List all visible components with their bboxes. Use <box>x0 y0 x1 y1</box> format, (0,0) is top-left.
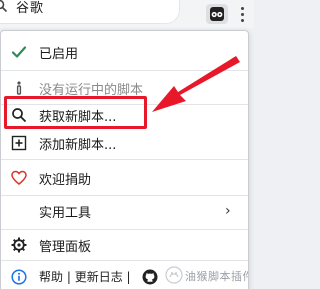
search-icon <box>0 0 8 13</box>
add-icon <box>11 135 27 151</box>
watermark-text: 油猴脚本插件 <box>185 270 249 283</box>
gear-icon <box>11 237 27 253</box>
footer-separator: | <box>63 270 75 284</box>
menu-divider <box>1 70 248 71</box>
menu-item-label: 已启用 <box>39 46 79 62</box>
menu-footer: 帮助 | 更新日志 | 油猴脚本插件 <box>1 263 248 289</box>
menu-divider <box>1 260 248 261</box>
footer-links: 帮助 | 更新日志 | <box>39 268 131 285</box>
menu-divider <box>1 159 248 160</box>
menu-item-add-new-script[interactable]: 添加新脚本... <box>1 130 248 156</box>
menu-item-enabled[interactable]: 已启用 <box>1 39 248 65</box>
menu-item-utilities[interactable]: 实用工具 › <box>1 198 248 224</box>
menu-item-label: 管理面板 <box>39 239 92 255</box>
info-circle-icon <box>11 269 27 285</box>
menu-item-label: 欢迎捐助 <box>39 172 92 188</box>
chevron-right-icon: › <box>225 203 231 219</box>
address-bar-text: 谷歌 <box>16 1 45 16</box>
footer-separator: | <box>122 270 131 284</box>
help-link[interactable]: 帮助 <box>39 270 63 284</box>
address-bar[interactable]: 谷歌 <box>0 0 180 24</box>
browser-toolbar: 谷歌 <box>0 0 254 28</box>
screen: 谷歌 已启用 没有运行中的脚本 获取新脚本... 添加新脚本... 欢迎捐助 实… <box>0 0 254 289</box>
menu-item-donate[interactable]: 欢迎捐助 <box>1 165 248 191</box>
watermark-logo <box>165 266 183 284</box>
menu-item-dashboard[interactable]: 管理面板 <box>1 232 248 258</box>
changelog-link[interactable]: 更新日志 <box>75 270 123 284</box>
heart-icon <box>11 170 27 185</box>
annotation-highlight-box <box>4 96 147 129</box>
github-icon[interactable] <box>142 269 158 285</box>
menu-divider <box>1 229 248 230</box>
menu-item-label: 没有运行中的脚本 <box>39 82 144 98</box>
menu-item-label: 添加新脚本... <box>39 137 117 153</box>
checkmark-icon <box>11 46 27 58</box>
tampermonkey-menu: 已启用 没有运行中的脚本 获取新脚本... 添加新脚本... 欢迎捐助 实用工具… <box>0 30 249 289</box>
tampermonkey-extension-button[interactable] <box>206 4 228 24</box>
more-options-icon[interactable] <box>236 5 248 23</box>
menu-divider <box>1 195 248 196</box>
menu-item-label: 实用工具 <box>39 205 92 221</box>
tampermonkey-icon <box>210 7 224 21</box>
info-icon <box>16 81 22 95</box>
